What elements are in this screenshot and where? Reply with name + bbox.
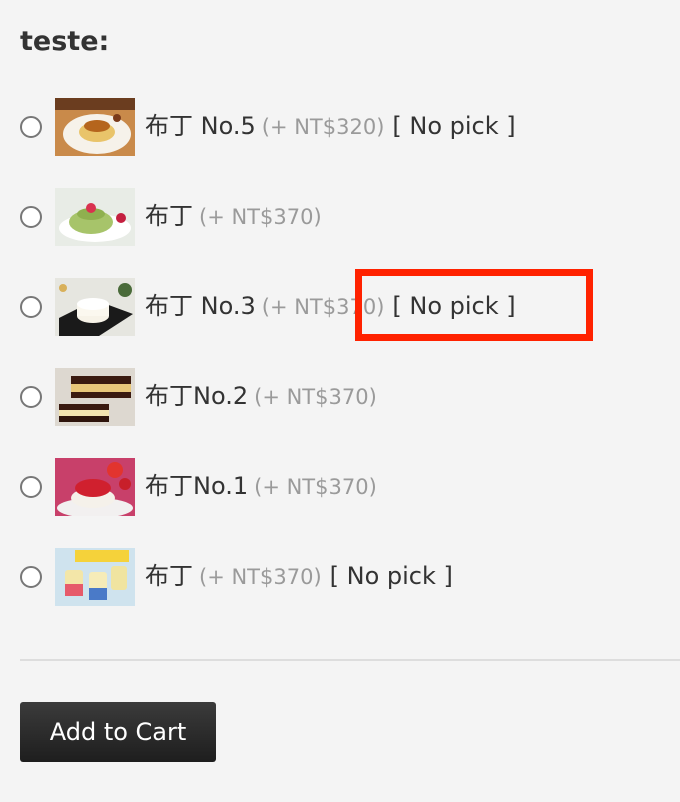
option-radio[interactable] [20,566,42,588]
option-price: (+ NT$370) [199,565,322,589]
option-price: (+ NT$370) [254,475,377,499]
option-row: 布丁 (+ NT$370) [ No pick ] [0,546,680,636]
layer-cake-icon [55,368,135,426]
option-price: (+ NT$370) [261,295,385,319]
no-pick-link[interactable]: [ No pick ] [392,112,515,140]
option-row: 布丁No.2 (+ NT$370) [0,366,680,456]
option-name: 布丁No.1 [145,472,249,500]
option-list: 布丁 No.5 (+ NT$320)[ No pick ] 布丁 (+ NT$370… [0,96,680,636]
option-row: 布丁 No.5 (+ NT$320) [ No pick ] [0,96,680,186]
add-to-cart-button[interactable]: Add to Cart [20,702,216,762]
option-radio[interactable] [20,476,42,498]
option-label: 布丁 No.5 (+ NT$320) [ No pick ] [145,110,516,143]
pudding-jars-icon [55,548,135,606]
option-label: 布丁No.1 (+ NT$370) [145,470,385,503]
option-name: 布丁 [145,202,193,230]
pudding-plate-icon [55,98,135,156]
strawberry-jelly-icon [55,458,135,516]
option-row: 布丁 No.3 (+ NT$370) [ No pick ] [0,276,680,366]
no-pick-link[interactable]: [ No pick ] [392,292,515,320]
option-label: 布丁 (+ NT$370) [145,200,330,233]
option-name: 布丁No.2 [145,382,249,410]
option-name: 布丁 No.3 [145,292,256,320]
option-price: (+ NT$370) [254,385,377,409]
option-radio[interactable] [20,386,42,408]
option-row: 布丁No.1 (+ NT$370) [0,456,680,546]
option-label: 布丁 (+ NT$370) [ No pick ] [145,560,453,593]
divider [20,659,680,661]
option-label: 布丁No.2 (+ NT$370) [145,380,385,413]
option-radio[interactable] [20,206,42,228]
option-price: (+ NT$320) [261,115,385,139]
matcha-pudding-icon [55,188,135,246]
option-price: (+ NT$370) [199,205,322,229]
option-name: 布丁 No.5 [145,112,256,140]
panna-cotta-icon [55,278,135,336]
option-radio[interactable] [20,116,42,138]
option-radio[interactable] [20,296,42,318]
option-group-title: teste: [20,26,110,57]
product-options-page: teste: 布丁 No.5 (+ NT$320) [ No pick ] 布丁 … [0,0,680,802]
option-row: 布丁 (+ NT$370) [0,186,680,276]
option-name: 布丁 [145,562,193,590]
option-label: 布丁 No.3 (+ NT$370) [ No pick ] [145,290,516,323]
no-pick-link[interactable]: [ No pick ] [330,562,453,590]
